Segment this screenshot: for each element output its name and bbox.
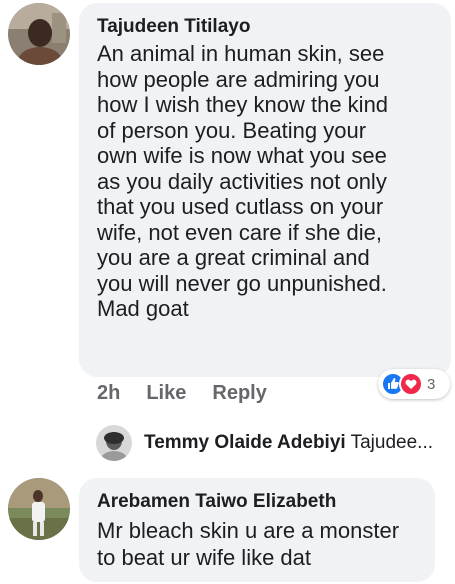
comment-author[interactable]: Arebamen Taiwo Elizabeth bbox=[97, 490, 417, 514]
comment-timestamp[interactable]: 2h bbox=[97, 382, 120, 405]
comment-author[interactable]: Tajudeen Titilayo bbox=[97, 15, 433, 39]
reply-preview[interactable]: Temmy Olaide Adebiyi Tajudee... bbox=[144, 432, 433, 454]
reaction-summary[interactable]: 3 bbox=[378, 369, 450, 399]
love-icon bbox=[399, 372, 423, 396]
comment-text: An animal in human skin, see how people … bbox=[97, 41, 389, 321]
comment-text: Mr bleach skin u are a monster to beat u… bbox=[97, 518, 400, 570]
avatar[interactable] bbox=[8, 3, 70, 65]
reaction-count: 3 bbox=[427, 375, 436, 393]
profile-photo bbox=[8, 478, 70, 540]
reply-button[interactable]: Reply bbox=[212, 382, 266, 405]
reply-author[interactable]: Temmy Olaide Adebiyi bbox=[144, 432, 346, 453]
comment-bubble: Tajudeen Titilayo An animal in human ski… bbox=[79, 3, 451, 377]
avatar[interactable] bbox=[8, 478, 70, 540]
comment-bubble: Arebamen Taiwo Elizabeth Mr bleach skin … bbox=[79, 478, 435, 582]
profile-photo bbox=[96, 425, 132, 461]
comment-actions: 2h Like Reply bbox=[97, 382, 267, 405]
profile-photo bbox=[8, 3, 70, 65]
like-button[interactable]: Like bbox=[146, 382, 186, 405]
reply-preview-text: Tajudee... bbox=[350, 432, 434, 453]
reply-avatar[interactable] bbox=[96, 425, 132, 461]
